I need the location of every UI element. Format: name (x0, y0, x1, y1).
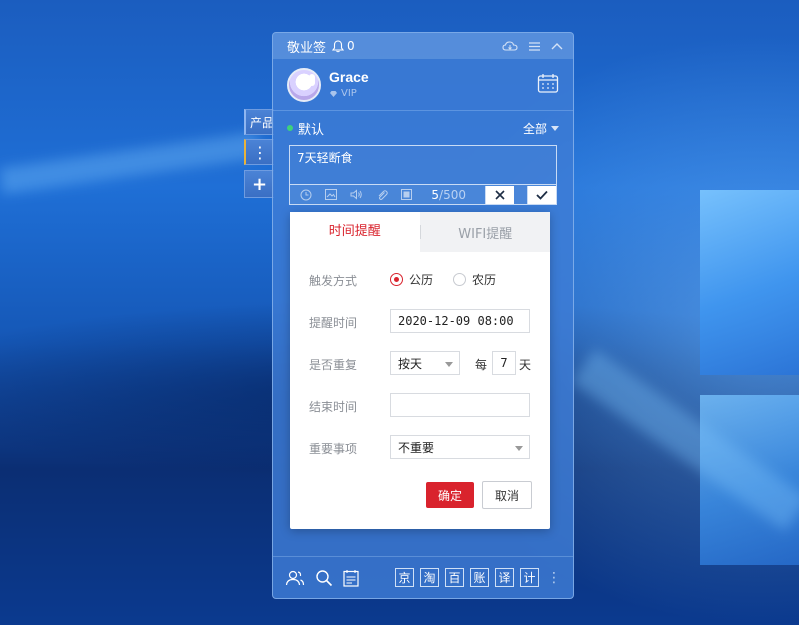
char-counter: 5/500 (431, 188, 466, 202)
save-note-button[interactable] (527, 185, 556, 204)
chevron-down-icon (551, 125, 559, 131)
bottom-bar: 京 淘 百 账 译 计 ⋮ (273, 556, 573, 598)
checkbox-icon[interactable] (401, 189, 412, 200)
folder-name[interactable]: 默认 (298, 119, 324, 138)
chevron-down-icon (515, 446, 523, 451)
note-editor[interactable]: 7天轻断食 (289, 145, 557, 185)
notification-count: 0 (347, 39, 355, 53)
check-icon (536, 190, 548, 200)
wallpaper-window-pane (700, 190, 799, 375)
repeat-value: 按天 (398, 356, 423, 371)
repeat-label: 是否重复 (309, 358, 358, 372)
end-time-input[interactable] (390, 393, 530, 417)
tab-more-button[interactable]: ⋮ (244, 139, 274, 165)
repeat-select[interactable]: 按天 (390, 351, 460, 375)
importance-label: 重要事项 (309, 442, 358, 456)
importance-select[interactable]: 不重要 (390, 435, 530, 459)
radio-lunar-indicator (453, 273, 466, 286)
radio-lunar-calendar[interactable]: 农历 (453, 271, 496, 288)
shortcut-baidu-button[interactable]: 百 (445, 568, 464, 587)
tab-product[interactable]: 产品 (244, 109, 274, 135)
status-dot (287, 125, 293, 131)
attachment-icon[interactable] (376, 189, 388, 201)
tab-wifi-reminder[interactable]: WIFI提醒 (421, 223, 551, 242)
collapse-chevron-up-icon[interactable] (551, 42, 563, 50)
vip-label: VIP (341, 87, 357, 99)
clock-icon[interactable] (300, 189, 312, 201)
trigger-label: 触发方式 (309, 274, 358, 288)
more-vertical-icon[interactable]: ⋮ (547, 570, 561, 586)
tab-product-label: 产品 (250, 115, 275, 130)
note-text: 7天轻断食 (297, 151, 353, 165)
shortcut-bar: 京 淘 百 账 译 计 ⋮ (395, 568, 561, 587)
chevron-down-icon (445, 362, 453, 367)
radio-solar-label: 公历 (409, 273, 434, 287)
char-count: 5 (431, 187, 440, 202)
importance-value: 不重要 (398, 440, 435, 455)
every-label: 每 (475, 358, 488, 372)
remind-time-label: 提醒时间 (309, 316, 358, 330)
end-time-label: 结束时间 (309, 400, 358, 414)
close-icon (495, 189, 505, 200)
bell-icon (332, 39, 345, 52)
more-vertical-icon: ⋮ (252, 142, 268, 162)
cloud-sync-icon[interactable] (502, 40, 518, 52)
app-title: 敬业签 (287, 40, 327, 56)
folder-row: 默认 全部 (273, 111, 573, 145)
menu-icon[interactable] (528, 41, 541, 52)
shortcut-translate-button[interactable]: 译 (495, 568, 514, 587)
calendar-button[interactable] (537, 73, 559, 97)
folder-filter-dropdown[interactable]: 全部 (523, 120, 559, 137)
user-name: Grace (329, 69, 369, 86)
cancel-button[interactable]: 取消 (482, 481, 532, 509)
reminder-dialog: 时间提醒 WIFI提醒 触发方式 公历 农历 提醒时间 2020-12-09 0… (290, 212, 550, 529)
repeat-interval-value: 7 (500, 356, 508, 370)
vip-badge: VIP (329, 88, 369, 100)
user-profile-row: Grace VIP (273, 59, 573, 111)
tab-add-button[interactable]: + (244, 170, 274, 198)
radio-solar-calendar[interactable]: 公历 (390, 271, 433, 288)
wallpaper-light-beam (0, 132, 261, 194)
remind-time-value: 2020-12-09 08:00 (398, 314, 514, 328)
shortcut-taobao-button[interactable]: 淘 (420, 568, 439, 587)
reminder-tabs: 时间提醒 WIFI提醒 (290, 212, 550, 252)
image-icon[interactable] (325, 189, 337, 200)
title-bar[interactable]: 敬业签 0 (273, 33, 573, 59)
editor-toolbar: 5/500 (289, 185, 557, 205)
repeat-interval-input[interactable]: 7 (492, 351, 516, 375)
audio-icon[interactable] (350, 189, 363, 200)
users-icon[interactable] (285, 569, 305, 587)
discard-button[interactable] (485, 185, 514, 204)
diamond-icon (330, 90, 337, 97)
plus-icon: + (251, 173, 268, 195)
shortcut-account-button[interactable]: 账 (470, 568, 489, 587)
tab-time-reminder[interactable]: 时间提醒 (290, 212, 420, 252)
search-icon[interactable] (315, 569, 333, 587)
calendar-icon (537, 73, 559, 93)
every-unit: 天 (519, 358, 532, 372)
notification-button[interactable]: 0 (332, 39, 355, 53)
notes-calendar-icon[interactable] (343, 569, 359, 587)
confirm-button[interactable]: 确定 (426, 482, 474, 508)
shortcut-jd-button[interactable]: 京 (395, 568, 414, 587)
radio-lunar-label: 农历 (472, 273, 497, 287)
folder-filter-label: 全部 (522, 121, 547, 136)
avatar[interactable] (287, 67, 321, 102)
shortcut-calculator-button[interactable]: 计 (520, 568, 539, 587)
remind-time-input[interactable]: 2020-12-09 08:00 (390, 309, 530, 333)
radio-solar-indicator (390, 273, 403, 286)
char-max: /500 (439, 187, 466, 202)
